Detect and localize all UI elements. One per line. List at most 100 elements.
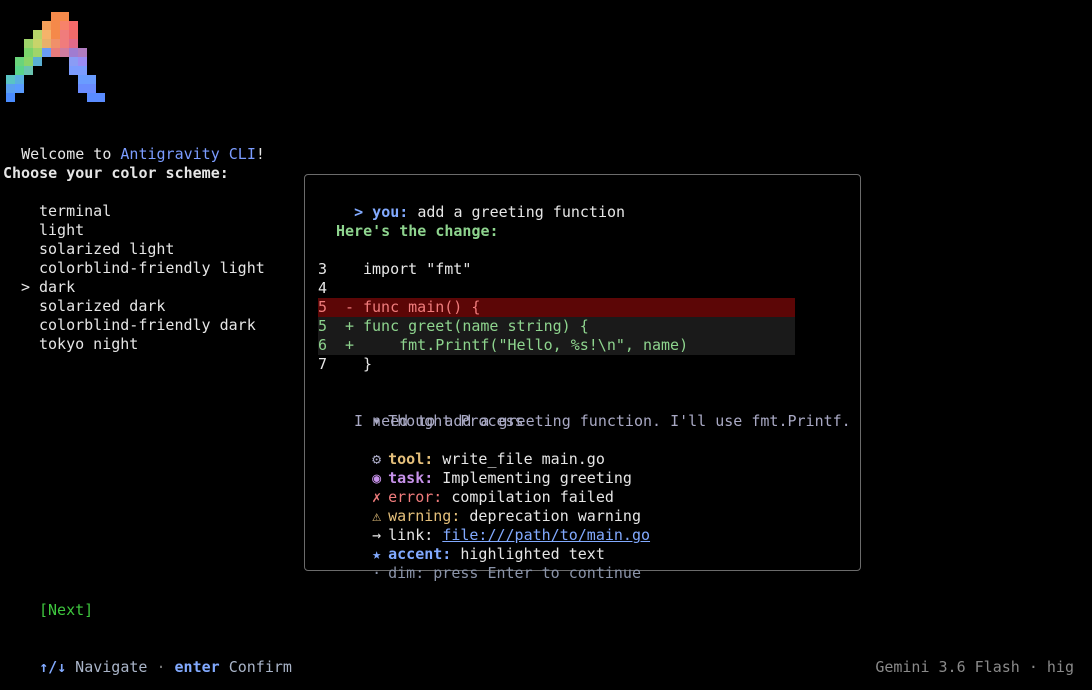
line-number: 5 [318,317,328,335]
code-text: func greet(name string) { [363,317,589,335]
diff-added-line: 6 + fmt.Printf("Hello, %s!\n", name) [318,336,795,355]
option-label: solarized dark [39,297,166,315]
diff-symbol: + [345,336,355,354]
diff-symbol: + [345,317,355,335]
user-prefix: > you: [354,203,409,221]
logo-pixel [69,39,78,48]
logo-pixel [69,48,78,57]
tool-line: ⚙ tool: write_file main.go [336,431,605,468]
logo-pixel [42,48,51,57]
diff-added-line: 5 + func greet(name string) { [318,317,795,336]
reply-heading: Here's the change: [336,222,499,240]
logo-pixel [69,66,78,75]
logo-pixel [78,48,87,57]
dim-line: · dim: press Enter to continue [336,545,641,582]
logo-pixel [6,84,15,93]
logo-pixel [51,21,60,30]
logo-pixel [42,21,51,30]
logo-pixel [33,39,42,48]
user-message: add a greeting function [408,203,626,221]
link-line: → link: file:///path/to/main.go [336,507,650,544]
confirm-label: Confirm [219,658,292,676]
theme-preview-panel: > you: add a greeting function Here's th… [304,174,861,582]
option-label: colorblind-friendly dark [39,316,256,334]
logo-pixel [15,57,24,66]
logo-pixel [78,66,87,75]
logo-pixel [33,48,42,57]
color-scheme-option[interactable]: > dark [21,278,75,297]
logo-pixel [6,93,15,102]
logo-pixel [33,30,42,39]
navigate-label: Navigate [66,658,148,676]
logo-pixel [15,66,24,75]
color-scheme-option[interactable]: solarized light [21,240,174,259]
code-text: } [363,355,373,373]
code-text: import "fmt" [363,260,472,278]
dot-icon: · [372,564,382,582]
model-status: Gemini 3.6 Flash · hig [875,658,1074,676]
color-scheme-prompt: Choose your color scheme: [3,164,229,182]
logo-pixel [6,75,15,84]
logo-pixel [87,84,96,93]
color-scheme-option[interactable]: colorblind-friendly dark [21,316,256,335]
color-scheme-option[interactable]: colorblind-friendly light [21,259,265,278]
accent-line: ★ accent: highlighted text [336,526,605,563]
color-scheme-option[interactable]: terminal [21,202,111,221]
color-scheme-option[interactable]: solarized dark [21,297,165,316]
logo-pixel [24,48,33,57]
task-line: ◉ task: Implementing greeting [336,450,632,487]
logo-pixel [60,48,69,57]
app-name: Antigravity CLI [120,145,256,163]
diff-context-line: 4 [318,279,795,298]
hint-separator: · [147,658,175,676]
logo-pixel [24,39,33,48]
line-number: 5 [318,298,328,316]
logo-pixel [51,30,60,39]
logo-pixel [78,84,87,93]
welcome-message: Welcome to Antigravity CLI! [3,126,265,163]
color-scheme-option[interactable]: tokyo night [21,335,138,354]
logo-pixel [15,75,24,84]
line-number: 4 [318,279,328,297]
logo-pixel [60,21,69,30]
logo-pixel [69,30,78,39]
logo-pixel [42,30,51,39]
logo-pixel [78,57,87,66]
line-number: 7 [318,355,328,373]
logo-pixel [33,57,42,66]
antigravity-logo [6,12,105,102]
warning-line: ⚠ warning: deprecation warning [336,488,641,525]
logo-pixel [24,66,33,75]
line-number: 3 [318,260,328,278]
color-scheme-option[interactable]: light [21,221,84,240]
logo-pixel [60,12,69,21]
code-text: func main() { [363,298,481,316]
option-label: colorblind-friendly light [39,259,265,277]
diff-context-line: 7} [318,355,795,374]
selection-caret: > [21,278,31,296]
logo-pixel [51,12,60,21]
navigate-key: ↑/↓ [39,658,67,676]
diff-context-line: 3 import "fmt" [318,260,795,279]
logo-pixel [69,57,78,66]
next-button[interactable]: [Next] [39,601,93,620]
logo-pixel [60,39,69,48]
keyboard-hint: ↑/↓ Navigate · enter Confirm [21,639,292,676]
error-line: ✗ error: compilation failed [336,469,614,506]
logo-pixel [96,93,105,102]
logo-pixel [60,30,69,39]
dim-text: dim: press Enter to continue [388,564,641,582]
logo-pixel [78,75,87,84]
welcome-suffix: ! [255,145,265,163]
option-label: dark [39,278,76,296]
logo-pixel [15,84,24,93]
logo-pixel [69,21,78,30]
code-text: fmt.Printf("Hello, %s!\n", name) [363,336,689,354]
user-message-line: > you: add a greeting function [318,184,625,221]
thought-process-toggle[interactable]: ▾ Thought Process [336,393,523,430]
diff-symbol: - [345,298,355,316]
logo-pixel [51,39,60,48]
diff-deleted-line: 5- func main() { [318,298,795,317]
logo-pixel [87,75,96,84]
logo-pixel [24,57,33,66]
